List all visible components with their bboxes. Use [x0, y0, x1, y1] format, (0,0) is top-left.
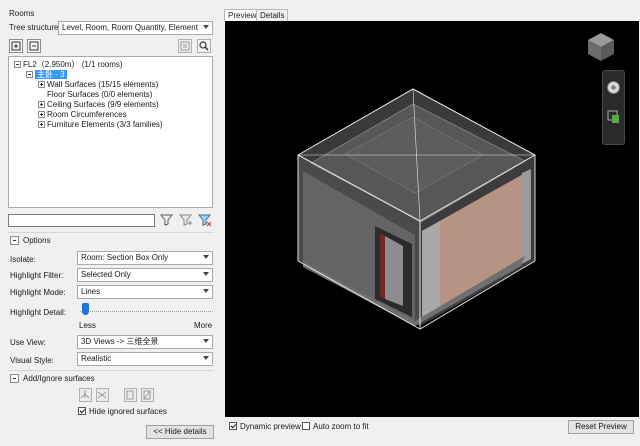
filter-add-icon — [178, 214, 193, 226]
filter-icon — [159, 214, 174, 226]
steering-wheel-button[interactable] — [606, 80, 621, 97]
add-ignore-header: Add/Ignore surfaces — [23, 374, 95, 383]
tree-level-row[interactable]: FL2（2.950m） (1/1 rooms) — [14, 60, 123, 70]
expand-node-icon[interactable] — [38, 121, 45, 128]
add-surface-icon — [80, 390, 90, 399]
tree-room-row[interactable]: 主卧 - 3 — [26, 70, 67, 80]
hide-ignored-checkbox[interactable] — [78, 407, 86, 415]
tab-details[interactable]: Details — [256, 9, 289, 21]
reset-preview-button[interactable]: Reset Preview — [568, 420, 634, 434]
dynamic-preview-checkbox[interactable] — [229, 422, 237, 430]
filter-clear-button[interactable] — [197, 212, 212, 227]
3d-preview-viewport[interactable] — [225, 21, 639, 417]
tree-item-label: Wall Surfaces (15/15 elements) — [47, 80, 159, 89]
chevron-down-icon — [203, 25, 209, 29]
divider — [8, 232, 214, 233]
navigation-bar — [602, 70, 625, 145]
slider-more-label: More — [194, 321, 213, 330]
ignore-surface-button[interactable] — [96, 388, 109, 402]
tree-structure-value: Level, Room, Room Quantity, Element — [62, 23, 198, 32]
expand-all-icon — [11, 41, 21, 51]
expand-node-icon[interactable] — [38, 111, 45, 118]
highlight-detail-label: Highlight Detail: — [10, 308, 67, 317]
ignore-surface-icon — [97, 391, 107, 399]
tree-item-label: Floor Surfaces (0/0 elements) — [47, 90, 153, 99]
chevron-down-icon — [203, 339, 209, 343]
add-element-button[interactable] — [124, 388, 137, 402]
collapse-node-icon[interactable] — [26, 71, 33, 78]
tab-preview[interactable]: Preview — [224, 9, 261, 21]
add-surface-button[interactable] — [79, 388, 92, 402]
ignore-element-icon — [143, 390, 151, 400]
filter-button[interactable] — [159, 212, 174, 227]
hide-ignored-label: Hide ignored surfaces — [89, 407, 167, 416]
filter-clear-icon — [197, 214, 212, 227]
search-icon — [199, 41, 209, 51]
steering-wheel-icon — [607, 81, 620, 94]
tree-item-label: Furniture Elements (3/3 families) — [47, 120, 163, 129]
use-view-label: Use View: — [10, 338, 46, 347]
use-view-select[interactable]: 3D Views -> 三维全景 — [77, 335, 213, 349]
collapse-node-icon[interactable] — [14, 61, 21, 68]
isolate-value: Room: Section Box Only — [81, 253, 169, 262]
tree-item-floor-surfaces[interactable]: Floor Surfaces (0/0 elements) — [47, 90, 152, 100]
expand-node-icon[interactable] — [38, 81, 45, 88]
collapse-all-button[interactable] — [27, 39, 41, 53]
chevron-down-icon — [203, 272, 209, 276]
add-ignore-collapse-button[interactable] — [10, 374, 19, 383]
tree-structure-select[interactable]: Level, Room, Room Quantity, Element — [58, 21, 213, 35]
auto-zoom-checkbox[interactable] — [302, 422, 310, 430]
chevron-down-icon — [203, 289, 209, 293]
highlight-mode-label: Highlight Mode: — [10, 288, 66, 297]
chevron-down-icon — [203, 255, 209, 259]
view-cube-icon — [588, 33, 614, 61]
tree-item-label: Ceiling Surfaces (9/9 elements) — [47, 100, 159, 109]
ignore-element-button[interactable] — [141, 388, 154, 402]
tree-item-furniture-elements[interactable]: Furniture Elements (3/3 families) — [38, 120, 163, 130]
auto-zoom-label: Auto zoom to fit — [313, 422, 369, 431]
highlight-mode-select[interactable]: Lines — [77, 285, 213, 299]
highlight-filter-value: Selected Only — [81, 270, 131, 279]
collapse-all-icon — [29, 41, 39, 51]
options-collapse-button[interactable] — [10, 236, 19, 245]
tree-structure-label: Tree structure: — [9, 23, 61, 32]
dynamic-preview-label: Dynamic preview — [240, 422, 301, 431]
highlight-filter-label: Highlight Filter: — [10, 271, 64, 280]
tree-item-wall-surfaces[interactable]: Wall Surfaces (15/15 elements) — [38, 80, 158, 90]
export-button[interactable] — [178, 39, 192, 53]
isolate-label: Isolate: — [10, 255, 36, 264]
highlight-filter-select[interactable]: Selected Only — [77, 268, 213, 282]
panel-title: Rooms — [9, 9, 35, 18]
filter-add-button[interactable] — [178, 212, 193, 227]
export-icon — [180, 41, 190, 51]
add-element-icon — [126, 390, 134, 400]
tree-item-label: Room Circumferences — [47, 110, 127, 119]
navigation-cube[interactable] — [586, 31, 616, 65]
tree-item-room-circumferences[interactable]: Room Circumferences — [38, 110, 127, 120]
tree-item-ceiling-surfaces[interactable]: Ceiling Surfaces (9/9 elements) — [38, 100, 159, 110]
expand-all-button[interactable] — [9, 39, 23, 53]
tree-level-label: FL2（2.950m） (1/1 rooms) — [23, 60, 123, 69]
divider — [8, 370, 214, 371]
highlight-detail-slider[interactable] — [80, 311, 213, 314]
zoom-region-icon — [607, 110, 619, 123]
options-header: Options — [23, 236, 51, 245]
highlight-mode-value: Lines — [81, 287, 101, 296]
slider-less-label: Less — [79, 321, 96, 330]
visual-style-label: Visual Style: — [10, 356, 54, 365]
visual-style-value: Realistic — [81, 354, 112, 363]
chevron-down-icon — [203, 356, 209, 360]
use-view-value: 3D Views -> 三维全景 — [81, 337, 159, 346]
highlight-detail-slider-thumb[interactable] — [82, 303, 89, 315]
search-button[interactable] — [197, 39, 211, 53]
tree-room-label: 主卧 - 3 — [35, 70, 67, 79]
isolate-select[interactable]: Room: Section Box Only — [77, 251, 213, 265]
room-3d-model — [297, 88, 537, 330]
visual-style-select[interactable]: Realistic — [77, 352, 213, 366]
hide-details-button[interactable]: << Hide details — [146, 425, 214, 439]
room-tree[interactable]: FL2（2.950m） (1/1 rooms) 主卧 - 3 Wall Surf… — [8, 56, 213, 208]
filter-search-input[interactable] — [8, 214, 155, 227]
expand-node-icon[interactable] — [38, 101, 45, 108]
zoom-region-button[interactable] — [607, 109, 621, 127]
